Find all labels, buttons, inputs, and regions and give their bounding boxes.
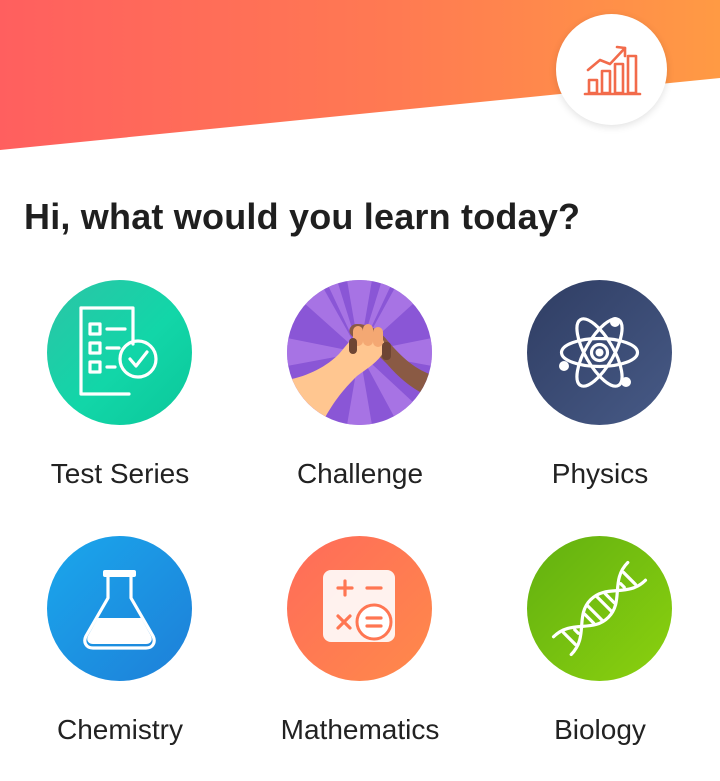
flask-icon xyxy=(83,570,156,650)
physics-label: Physics xyxy=(551,458,649,489)
physics-circle xyxy=(527,280,672,425)
challenge-circle xyxy=(287,280,432,425)
biology-label: Biology xyxy=(554,714,646,745)
atom-icon xyxy=(559,317,640,388)
subject-physics[interactable]: Physics xyxy=(480,280,720,510)
home-screen: Hi, what would you learn today? Test Ser… xyxy=(0,0,720,781)
calculator-icon xyxy=(323,570,395,642)
chemistry-label: Chemistry xyxy=(56,714,183,745)
progress-button[interactable] xyxy=(556,14,667,125)
challenge-label: Challenge xyxy=(296,458,424,489)
chemistry-circle xyxy=(47,536,192,681)
handshake-icon xyxy=(287,280,432,425)
greeting-heading: Hi, what would you learn today? xyxy=(24,196,581,237)
subject-challenge[interactable]: Challenge xyxy=(240,280,480,510)
subject-test-series[interactable]: Test Series xyxy=(0,280,240,510)
mathematics-label: Mathematics xyxy=(280,714,440,745)
dna-icon xyxy=(551,560,648,657)
test-series-label: Test Series xyxy=(50,458,190,489)
subject-mathematics[interactable]: Mathematics xyxy=(240,536,480,766)
test-series-circle xyxy=(47,280,192,425)
growth-chart-icon xyxy=(583,45,641,95)
biology-circle xyxy=(527,536,672,681)
subject-chemistry[interactable]: Chemistry xyxy=(0,536,240,766)
mathematics-circle xyxy=(287,536,432,681)
subject-biology[interactable]: Biology xyxy=(480,536,720,766)
checklist-icon xyxy=(79,306,158,396)
